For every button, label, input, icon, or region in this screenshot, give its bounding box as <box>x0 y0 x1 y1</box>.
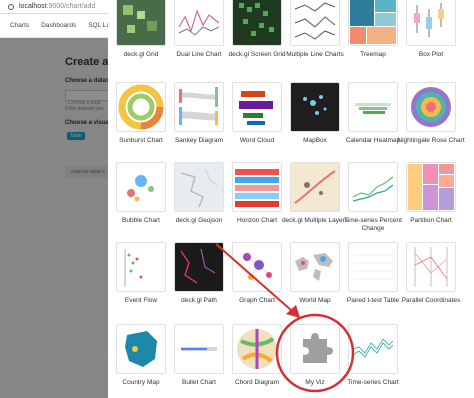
sankey-diagram-thumbnail <box>174 82 224 132</box>
viz-tile-deckgl-path[interactable]: deck.gl Path <box>174 242 224 305</box>
viz-tile-chord-diagram[interactable]: Chord Diagram <box>232 324 282 387</box>
parallel-coordinates-thumbnail <box>406 242 456 292</box>
viz-tile-country-map[interactable]: Country Map <box>116 324 166 387</box>
viz-tile-calendar-heatmap[interactable]: Calendar Heatmap <box>346 82 400 145</box>
viz-tile-graph-chart[interactable]: Graph Chart <box>232 242 282 305</box>
deckgl-screen-grid-thumbnail <box>232 0 282 46</box>
viz-tile-time-series-percent-change[interactable]: Time-series Percent Change <box>344 162 402 233</box>
viz-tile-bubble-chart[interactable]: Bubble Chart <box>116 162 166 225</box>
bullet-chart-thumbnail <box>174 324 224 374</box>
viz-tile-world-map[interactable]: World Map <box>290 242 340 305</box>
viz-tile-my-viz[interactable]: My Viz <box>290 324 340 387</box>
deckgl-grid-thumbnail <box>116 0 166 46</box>
viz-tile-sankey-diagram[interactable]: Sankey Diagram <box>174 82 224 145</box>
horizon-chart-thumbnail <box>232 162 282 212</box>
viz-tile-label: Nightingale Rose Chart <box>397 137 465 144</box>
nav-item-charts[interactable]: Charts <box>10 22 29 29</box>
bubble-chart-thumbnail <box>116 162 166 212</box>
viz-tile-label: Box Plot <box>418 51 444 58</box>
viz-tile-parallel-coordinates[interactable]: Parallel Coordinates <box>402 242 460 305</box>
viz-tile-dual-line-chart[interactable]: Dual Line Chart <box>174 0 224 59</box>
time-series-chart-thumbnail <box>348 324 398 374</box>
deckgl-geojson-thumbnail <box>174 162 224 212</box>
viz-tile-partition-chart[interactable]: Partition Chart <box>406 162 456 225</box>
url-host: localhost <box>19 3 47 10</box>
viz-tile-box-plot[interactable]: Box Plot <box>406 0 456 59</box>
viz-tile-treemap[interactable]: Treemap <box>348 0 398 59</box>
sunburst-chart-thumbnail <box>116 82 166 132</box>
viz-tile-horizon-chart[interactable]: Horizon Chart <box>232 162 282 225</box>
multiple-line-charts-thumbnail <box>290 0 340 46</box>
nightingale-rose-thumbnail <box>406 82 456 132</box>
viz-tile-mapbox[interactable]: MapBox <box>290 82 340 145</box>
calendar-heatmap-thumbnail <box>348 82 398 132</box>
viz-tile-nightingale-rose-chart[interactable]: Nightingale Rose Chart <box>397 82 465 145</box>
viz-tile-label: Parallel Coordinates <box>401 297 461 304</box>
viz-tile-deckgl-screen-grid[interactable]: deck.gl Screen Grid <box>228 0 286 59</box>
chord-diagram-thumbnail <box>232 324 282 374</box>
viz-tile-deckgl-geojson[interactable]: deck.gl Geojson <box>174 162 224 225</box>
world-map-thumbnail <box>290 242 340 292</box>
viz-tile-deckgl-multiple-layers[interactable]: deck.gl Multiple Layers <box>282 162 348 225</box>
deckgl-multiple-layers-thumbnail <box>290 162 340 212</box>
treemap-thumbnail <box>348 0 398 46</box>
time-series-percent-change-thumbnail <box>348 162 398 212</box>
graph-chart-thumbnail <box>232 242 282 292</box>
mapbox-thumbnail <box>290 82 340 132</box>
viz-type-modal: deck.gl Grid Dual Line Chart deck.gl Scr… <box>108 0 474 398</box>
viz-tile-paired-t-test-table[interactable]: Paired t-test Table <box>347 242 399 305</box>
paired-t-test-table-thumbnail <box>348 242 398 292</box>
viz-tile-time-series-chart[interactable]: Time-series Chart <box>347 324 399 387</box>
viz-tile-sunburst-chart[interactable]: Sunburst Chart <box>116 82 166 145</box>
viz-tile-event-flow[interactable]: Event Flow <box>116 242 166 305</box>
box-plot-thumbnail <box>406 0 456 46</box>
viz-tile-label: Partition Chart <box>410 217 452 224</box>
viz-tile-multiple-line-charts[interactable]: Multiple Line Charts <box>286 0 344 59</box>
word-cloud-thumbnail <box>232 82 282 132</box>
nav-item-dashboards[interactable]: Dashboards <box>41 22 76 29</box>
partition-chart-thumbnail <box>406 162 456 212</box>
viz-tile-deckgl-grid[interactable]: deck.gl Grid <box>116 0 166 59</box>
site-info-icon[interactable] <box>8 3 14 10</box>
puzzle-piece-icon <box>290 324 340 374</box>
viz-tile-bullet-chart[interactable]: Bullet Chart <box>174 324 224 387</box>
event-flow-thumbnail <box>116 242 166 292</box>
url-path: :9000/chart/add <box>46 3 96 10</box>
country-map-thumbnail <box>116 324 166 374</box>
viz-tile-word-cloud[interactable]: Word Cloud <box>232 82 282 145</box>
viz-tile-label: Time-series Chart <box>347 379 399 386</box>
dual-line-chart-thumbnail <box>174 0 224 46</box>
deckgl-path-thumbnail <box>174 242 224 292</box>
